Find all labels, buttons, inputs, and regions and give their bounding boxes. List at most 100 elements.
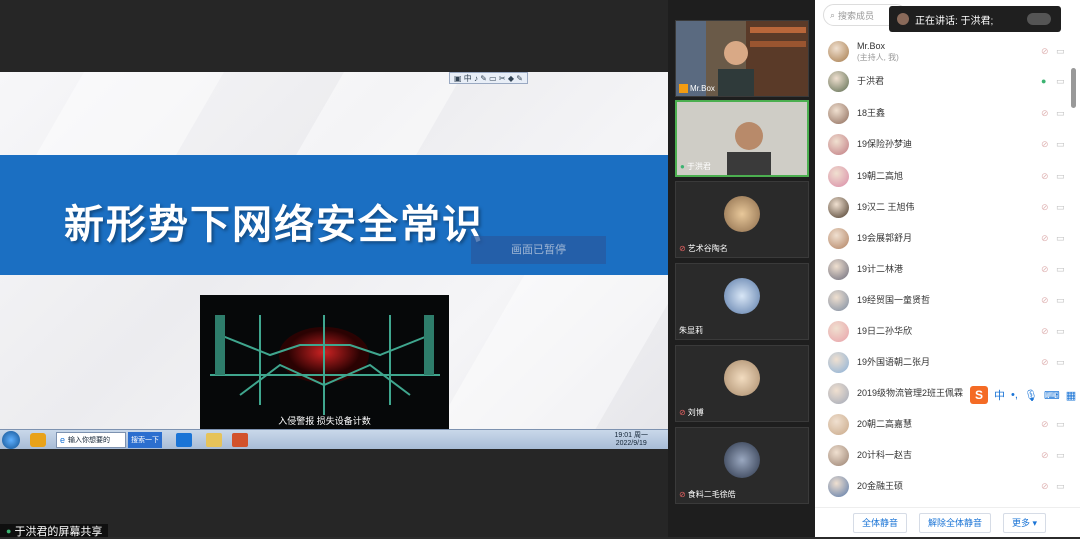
- member-name-text: 18王鑫: [857, 108, 886, 118]
- embedded-video[interactable]: 入侵警报 损失设备计数: [200, 295, 449, 429]
- mic-on-icon[interactable]: ●: [1041, 76, 1051, 88]
- camera-icon[interactable]: ▭: [1056, 139, 1068, 151]
- camera-icon[interactable]: ▭: [1056, 202, 1068, 214]
- member-row[interactable]: 19经贸国一童贤哲 ⊘ ▭: [815, 285, 1080, 316]
- member-row[interactable]: 19日二孙华欣 ⊘ ▭: [815, 316, 1080, 347]
- mic-muted-icon[interactable]: ⊘: [1041, 233, 1051, 245]
- mic-muted-icon[interactable]: ⊘: [1041, 295, 1051, 307]
- screen-share-label: ● 于洪君的屏幕共享: [0, 524, 109, 538]
- member-name-text: 19外国语朝二张月: [857, 357, 931, 367]
- member-role: (主持人, 我): [857, 52, 899, 62]
- member-row[interactable]: 19计二林港 ⊘ ▭: [815, 254, 1080, 285]
- mic-muted-icon[interactable]: ⊘: [1041, 419, 1051, 431]
- camera-icon[interactable]: ▭: [1056, 450, 1068, 462]
- powerpoint-icon[interactable]: [232, 432, 248, 447]
- member-name: 19计二林港: [857, 264, 903, 275]
- search-input[interactable]: 搜索成员: [838, 9, 874, 22]
- member-row[interactable]: 20计科一赵吉 ⊘ ▭: [815, 440, 1080, 471]
- member-row[interactable]: 19保险孙梦迪 ⊘ ▭: [815, 129, 1080, 160]
- member-row[interactable]: 18王鑫 ⊘ ▭: [815, 98, 1080, 129]
- muted-mic-icon: ⊘: [679, 408, 686, 417]
- app-launcher-icon[interactable]: [30, 432, 46, 447]
- unmute-all-button[interactable]: 解除全体静音: [919, 512, 992, 533]
- participant-tile[interactable]: ⊘ 食料二毛徐皓: [675, 427, 809, 504]
- member-row[interactable]: 20金融王硕 ⊘ ▭: [815, 471, 1080, 502]
- avatar: [828, 445, 849, 466]
- tile-name: ⊘ 食料二毛徐皓: [679, 489, 736, 500]
- redacted-name: [1027, 13, 1051, 25]
- member-row[interactable]: 20朝二高嘉慧 ⊘ ▭: [815, 409, 1080, 440]
- more-button[interactable]: 更多 ▾: [1003, 512, 1047, 533]
- camera-icon[interactable]: ▭: [1056, 481, 1068, 493]
- member-row[interactable]: 19外国语朝二张月 ⊘ ▭: [815, 347, 1080, 378]
- mic-muted-icon[interactable]: ⊘: [1041, 171, 1051, 183]
- meeting-app-icon[interactable]: [176, 432, 192, 447]
- camera-icon[interactable]: ▭: [1056, 326, 1068, 338]
- participant-tile-active[interactable]: ● 于洪君: [675, 100, 809, 177]
- ie-icon: e: [60, 434, 66, 445]
- folder-icon[interactable]: [206, 432, 222, 447]
- keyboard-icon[interactable]: ⌨: [1044, 389, 1060, 402]
- presentation-slide: ▣ 中 ♪ ✎ ▭ ✂ ◆ ✎ 新形势下网络安全常识 画面已暂停 入侵警报 损失…: [0, 72, 668, 429]
- mic-muted-icon[interactable]: ⊘: [1041, 108, 1051, 120]
- microphone-icon[interactable]: 🎙: [1024, 389, 1038, 402]
- camera-icon[interactable]: ▭: [1056, 108, 1068, 120]
- member-name: 19保险孙梦迪: [857, 139, 912, 150]
- grid-menu-icon[interactable]: ▦: [1066, 389, 1076, 402]
- camera-icon[interactable]: ▭: [1056, 76, 1068, 88]
- member-name-text: 20朝二高嘉慧: [857, 419, 913, 429]
- member-name: 19朝二高旭: [857, 171, 903, 182]
- camera-icon[interactable]: ▭: [1056, 171, 1068, 183]
- member-row[interactable]: 19朝二高旭 ⊘ ▭: [815, 161, 1080, 192]
- mic-muted-icon[interactable]: ⊘: [1041, 46, 1051, 58]
- mic-muted-icon[interactable]: ⊘: [1041, 264, 1051, 276]
- participant-tile[interactable]: 朱显莉: [675, 263, 809, 340]
- annotation-toolbar[interactable]: ▣ 中 ♪ ✎ ▭ ✂ ◆ ✎: [449, 72, 528, 84]
- member-row[interactable]: 于洪君 ● ▭: [815, 66, 1080, 97]
- sogou-logo-icon: S: [970, 386, 988, 404]
- member-name: 20计科一赵吉: [857, 450, 912, 461]
- ime-mode[interactable]: 中: [994, 387, 1005, 403]
- speaker-avatar: [897, 13, 909, 25]
- taskbar-clock: 19:01 周一 2022/9/19: [615, 432, 648, 448]
- member-row[interactable]: 19会展郭舒月 ⊘ ▭: [815, 223, 1080, 254]
- mic-muted-icon[interactable]: ⊘: [1041, 481, 1051, 493]
- speaking-mic-icon: ●: [680, 162, 685, 171]
- member-name: Mr.Box (主持人, 我): [857, 41, 899, 63]
- member-row[interactable]: 19汉二 王旭伟 ⊘ ▭: [815, 192, 1080, 223]
- camera-icon[interactable]: ▭: [1056, 357, 1068, 369]
- camera-icon[interactable]: ▭: [1056, 46, 1068, 58]
- mic-muted-icon[interactable]: ⊘: [1041, 357, 1051, 369]
- taskbar-search-input[interactable]: 输入你想要的: [68, 435, 110, 445]
- avatar: [724, 360, 760, 396]
- member-row[interactable]: Mr.Box (主持人, 我) ⊘ ▭: [815, 36, 1080, 67]
- slide-decoration: [435, 275, 668, 429]
- participant-tile[interactable]: ⊘ 艺术谷陶名: [675, 181, 809, 258]
- avatar: [828, 134, 849, 155]
- mic-muted-icon[interactable]: ⊘: [1041, 139, 1051, 151]
- mic-muted-icon[interactable]: ⊘: [1041, 326, 1051, 338]
- mic-muted-icon[interactable]: ⊘: [1041, 450, 1051, 462]
- start-button-icon[interactable]: [2, 430, 20, 449]
- punctuation-icon[interactable]: •,: [1011, 389, 1018, 401]
- taskbar-search-box[interactable]: e 输入你想要的: [56, 431, 126, 448]
- video-caption: 入侵警报 损失设备计数: [278, 416, 371, 426]
- camera-icon[interactable]: ▭: [1056, 264, 1068, 276]
- participant-tile[interactable]: ⊘ 刘博: [675, 345, 809, 422]
- member-name: 2019级物流管理2班王佩霖: [857, 388, 963, 399]
- annotation-tools[interactable]: ▣ 中 ♪ ✎ ▭ ✂ ◆ ✎: [454, 73, 523, 84]
- tile-name-text: 朱显莉: [679, 326, 703, 335]
- mute-all-button[interactable]: 全体静音: [853, 512, 908, 533]
- member-name: 19外国语朝二张月: [857, 357, 930, 368]
- participant-tile[interactable]: Mr.Box: [675, 20, 809, 97]
- tile-name-text: 于洪君: [686, 162, 711, 171]
- ime-toolbar[interactable]: S 中 •, 🎙 ⌨ ▦: [970, 384, 1080, 406]
- camera-icon[interactable]: ▭: [1056, 295, 1068, 307]
- tile-name-text: 食料二毛徐皓: [687, 490, 736, 499]
- camera-icon[interactable]: ▭: [1056, 419, 1068, 431]
- avatar: [828, 290, 849, 311]
- taskbar-search-button[interactable]: 搜索一下: [128, 431, 162, 448]
- mic-muted-icon[interactable]: ⊘: [1041, 202, 1051, 214]
- camera-icon[interactable]: ▭: [1056, 233, 1068, 245]
- member-name: 19经贸国一童贤哲: [857, 295, 930, 306]
